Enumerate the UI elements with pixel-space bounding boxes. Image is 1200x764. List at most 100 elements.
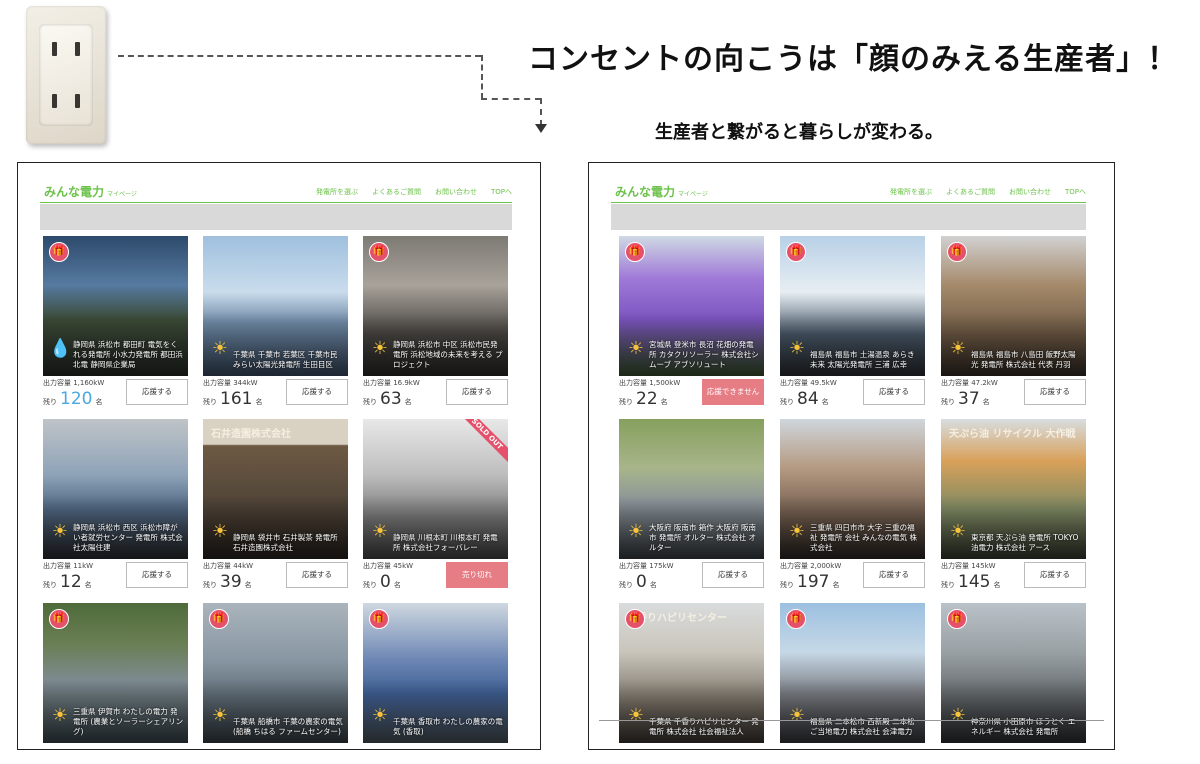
output-capacity: 出力容量 175kW: [619, 562, 674, 570]
support-button[interactable]: 応援する: [126, 379, 188, 405]
output-capacity: 出力容量 11kW: [43, 562, 94, 570]
sun-icon: ☀: [627, 338, 645, 359]
remaining-count: 残り 161 名: [203, 389, 263, 409]
plant-photo[interactable]: 🎁 ☀ 千葉県 香取市 わたしの農家の電気 (香取): [363, 603, 508, 743]
plant-photo[interactable]: 🎁 ☀ 宮城県 登米市 長沼 花畑の発電所 カタクリソーラー 株式会社シムーブ アブ…: [619, 236, 764, 376]
site-header: みんな電力 マイページ 発電所を選ぶ よくあるご質問 お問い合わせ TOPへ: [40, 183, 512, 201]
sun-icon: ☀: [371, 521, 389, 542]
gray-banner: [40, 204, 512, 230]
plant-caption: 静岡県 浜松市 都田町 電気をくれる発電所 小水力発電所 都田浜北電 静岡県企業…: [73, 340, 183, 369]
remaining-count: 残り 22 名: [619, 389, 668, 409]
support-button[interactable]: 応援する: [1024, 379, 1086, 405]
photo-sign-text: 千香りハピリセンター: [627, 613, 727, 624]
support-button[interactable]: 応援する: [702, 562, 764, 588]
plant-photo[interactable]: 🎁 ☀ 福島県 福島市 土湯温泉 あらき未来 太陽光発電所 三浦 広幸: [780, 236, 925, 376]
plant-caption: 福島県 福島市 八島田 飯野太陽光 発電所 株式会社 代表 丹羽: [971, 350, 1076, 369]
support-button[interactable]: 売り切れ: [446, 562, 508, 588]
sun-icon: ☀: [627, 521, 645, 542]
sun-icon: ☀: [211, 338, 229, 359]
nav-top[interactable]: TOPへ: [1065, 187, 1086, 197]
site-logo[interactable]: みんな電力 マイページ: [44, 183, 137, 200]
nav-choose-plant[interactable]: 発電所を選ぶ: [890, 187, 932, 197]
sun-icon: ☀: [371, 705, 389, 726]
site-header: みんな電力 マイページ 発電所を選ぶ よくあるご質問 お問い合わせ TOPへ: [611, 183, 1086, 201]
screen-panel-right: みんな電力 マイページ 発電所を選ぶ よくあるご質問 お問い合わせ TOPへ 🎁 ☀…: [588, 162, 1115, 750]
plant-photo[interactable]: SOLD OUT ☀ 静岡県 川根本町 川根本町 発電所 株式会社フォーバレー: [363, 419, 508, 559]
support-button[interactable]: 応援する: [1024, 562, 1086, 588]
sun-icon: ☀: [211, 705, 229, 726]
output-capacity: 出力容量 145kW: [941, 562, 996, 570]
gift-icon: 🎁: [786, 242, 806, 262]
gift-icon: 🎁: [947, 609, 967, 629]
plant-photo[interactable]: 🎁 ☀ 福島県 二本松市 西新殿 二本松 ご当地電力 株式会社 会津電力: [780, 603, 925, 743]
connector-dash: [481, 98, 541, 100]
gift-icon: 🎁: [49, 242, 69, 262]
plant-caption: 大阪府 阪南市 箱作 大阪府 阪南市 発電所 オルター 株式会社 オルター: [649, 523, 757, 552]
support-button[interactable]: 応援できません: [702, 379, 764, 405]
plant-photo[interactable]: 千香りハピリセンター 🎁 ☀ 千葉県 千香りハピリセンター 発電所 株式会社 社会福祉…: [619, 603, 764, 743]
gift-icon: 🎁: [625, 242, 645, 262]
connector-dash: [481, 55, 483, 99]
nav-choose-plant[interactable]: 発電所を選ぶ: [316, 187, 358, 197]
nav-faq[interactable]: よくあるご質問: [372, 187, 421, 197]
photo-sign-text: 天ぷら油 リサイクル 大作戦: [949, 429, 1076, 440]
remaining-count: 残り 63 名: [363, 389, 412, 409]
plant-photo[interactable]: 🎁 💧 静岡県 浜松市 都田町 電気をくれる発電所 小水力発電所 都田浜北電 静岡県…: [43, 236, 188, 376]
plant-photo[interactable]: ☀ 千葉県 千葉市 若葉区 千葉市民みらい太陽光発電所 生田目区: [203, 236, 348, 376]
support-button[interactable]: 応援する: [446, 379, 508, 405]
outlet-slot: [75, 94, 80, 108]
support-button[interactable]: 応援する: [286, 562, 348, 588]
sun-icon: ☀: [788, 705, 806, 726]
connector-dash: [118, 55, 481, 57]
plant-caption: 静岡県 袋井市 石井製茶 発電所 石井造園株式会社: [233, 533, 338, 552]
sun-icon: ☀: [51, 705, 69, 726]
photo-sign-text: 石井造園株式会社: [211, 429, 291, 440]
power-outlet-image: [26, 6, 106, 144]
outlet-slot: [52, 94, 57, 108]
plant-caption: 福島県 福島市 土湯温泉 あらき未来 太陽光発電所 三浦 広幸: [810, 350, 915, 369]
plant-caption: 三重県 伊賀市 わたしの電力 発電所 (農業とソーラーシェアリング): [73, 707, 184, 736]
support-button[interactable]: 応援する: [863, 379, 925, 405]
sun-icon: ☀: [949, 338, 967, 359]
output-capacity: 出力容量 49.5kW: [780, 379, 837, 387]
plant-photo[interactable]: 🎁 ☀ 三重県 伊賀市 わたしの電力 発電所 (農業とソーラーシェアリング): [43, 603, 188, 743]
output-capacity: 出力容量 45kW: [363, 562, 414, 570]
header-divider: [611, 202, 1086, 203]
plant-photo[interactable]: 🎁 ☀ 福島県 福島市 八島田 飯野太陽光 発電所 株式会社 代表 丹羽: [941, 236, 1086, 376]
sun-icon: ☀: [788, 521, 806, 542]
gift-icon: 🎁: [786, 609, 806, 629]
site-logo[interactable]: みんな電力 マイページ: [615, 183, 708, 200]
sun-icon: ☀: [51, 521, 69, 542]
plant-caption: 東京都 天ぷら油 発電所 TOKYO 油電力 株式会社 アース: [971, 533, 1079, 552]
subline: 生産者と繋がると暮らしが変わる。: [655, 122, 943, 143]
plant-photo[interactable]: 天ぷら油 リサイクル 大作戦 ☀ 東京都 天ぷら油 発電所 TOKYO 油電力 株式…: [941, 419, 1086, 559]
plant-photo[interactable]: 石井造園株式会社 ☀ 静岡県 袋井市 石井製茶 発電所 石井造園株式会社: [203, 419, 348, 559]
headline: コンセントの向こうは「顔のみえる生産者」！: [528, 42, 1179, 77]
plant-photo[interactable]: ☀ 三重県 四日市市 大字 三重の福祉 発電所 会社 みんなの電気 株式会社: [780, 419, 925, 559]
nav-top[interactable]: TOPへ: [491, 187, 512, 197]
nav-faq[interactable]: よくあるご質問: [946, 187, 995, 197]
plant-caption: 静岡県 浜松市 西区 浜松市障がい者就労センター 発電所 株式会社太陽住建: [73, 523, 183, 552]
plant-photo[interactable]: ☀ 大阪府 阪南市 箱作 大阪府 阪南市 発電所 オルター 株式会社 オルター: [619, 419, 764, 559]
gift-icon: 🎁: [49, 609, 69, 629]
nav-contact[interactable]: お問い合わせ: [435, 187, 477, 197]
support-button[interactable]: 応援する: [286, 379, 348, 405]
support-button[interactable]: 応援する: [126, 562, 188, 588]
support-button[interactable]: 応援する: [863, 562, 925, 588]
water-drop-icon: 💧: [49, 338, 72, 359]
gray-banner: [611, 204, 1086, 230]
outlet-slot: [52, 42, 57, 56]
arrow-down-icon: [535, 124, 547, 133]
nav-contact[interactable]: お問い合わせ: [1009, 187, 1051, 197]
connector-dash: [540, 98, 542, 126]
remaining-count: 残り 84 名: [780, 389, 829, 409]
plant-photo[interactable]: 🎁 ☀ 千葉県 船橋市 千葉の農家の電気 (船橋 ちはる ファームセンター): [203, 603, 348, 743]
plant-photo[interactable]: ☀ 静岡県 浜松市 西区 浜松市障がい者就労センター 発電所 株式会社太陽住建: [43, 419, 188, 559]
plant-caption: 宮城県 登米市 長沼 花畑の発電所 カタクリソーラー 株式会社シムーブ アブソリ…: [649, 340, 759, 369]
gift-icon: 🎁: [369, 242, 389, 262]
sun-icon: ☀: [949, 521, 967, 542]
plant-photo[interactable]: 🎁 ☀ 静岡県 浜松市 中区 浜松市民発電所 浜松地域の未来を考える プロジェクト: [363, 236, 508, 376]
plant-photo[interactable]: 🎁 ☀ 神奈川県 小田原市 ほうとく エネルギー 株式会社 発電所: [941, 603, 1086, 743]
header-divider: [40, 202, 512, 203]
output-capacity: 出力容量 47.2kW: [941, 379, 998, 387]
